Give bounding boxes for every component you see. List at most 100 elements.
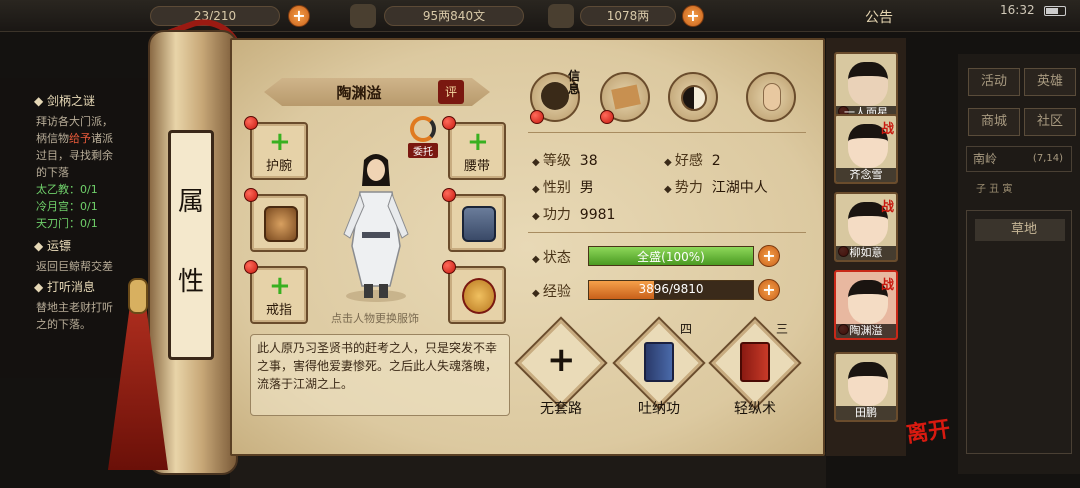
terrain-panel: 草地 [966,210,1072,454]
stat-value: 男 [579,180,594,196]
ring-slot[interactable]: + 戒指 [244,260,308,324]
stat-label: 好感 [664,153,703,169]
exp-stat: 经验 [532,281,571,301]
add-capacity-button[interactable]: + [288,5,310,27]
armor-slot[interactable] [244,188,308,252]
change-outfit-hint: 点击人物更换服饰 [331,312,419,325]
ingot-display: 1078两 [580,6,676,26]
portrait [848,62,888,106]
review-button[interactable]: 评 [438,80,464,104]
stat-label: 性别 [532,180,571,196]
exp-bar: 3896/9810 [588,280,754,300]
battle-tag: 战 [880,278,894,293]
divider [528,132,806,133]
party-member[interactable]: 战 齐念雪 [834,114,898,184]
notify-dot [530,110,544,124]
ingot-value: 1078两 [606,9,650,23]
tab-title-char: 性 [177,267,204,297]
hero-button[interactable]: 英雄 [1024,68,1076,96]
skill-name: 吐纳功 [638,401,680,417]
state-bar: 全盛(100%) [588,246,754,266]
stat-value: 江湖中人 [711,180,768,196]
quest-1-progress: 冷月宫：0/1 [36,200,98,213]
notify-dot [600,110,614,124]
quest-3-text: 替地主老财打听 [36,301,113,314]
party-member[interactable]: 田鹏 [834,352,898,422]
stat-label: 等级 [532,153,571,169]
character-figure[interactable] [336,146,416,306]
community-button[interactable]: 社区 [1024,108,1076,136]
party-member-selected[interactable]: 战 陶渊溢 [834,270,898,340]
quest-1-keyword: 给予 [69,132,91,145]
wrist-slot[interactable]: + 护腕 [244,116,308,180]
quest-2-text: 返回巨鲸帮交差 [36,260,113,273]
vest-icon [462,206,496,242]
stat-label: 功力 [532,207,571,223]
book-tab[interactable] [600,72,650,124]
battle-tag: 战 [880,200,894,215]
divider [528,232,806,233]
quest-1-text: 的下落 [36,166,69,179]
belt-slot[interactable]: + 腰带 [442,116,506,180]
stat-value: 2 [711,153,721,169]
notify-dot [442,188,456,202]
notify-dot [442,260,456,274]
power-stat: 功力 9981 [532,204,615,224]
shop-button[interactable]: 商城 [968,108,1020,136]
tassel-knot [128,278,148,314]
add-icon: + [269,271,291,301]
top-bar: 23/210 + 95两840文 1078两 + 公告 16:32 [0,0,1080,32]
quest-title-1[interactable]: ◆ 剑柄之谜 [34,92,95,109]
region-display: 南岭 (7,14) [966,146,1072,172]
body-icon [763,83,781,111]
manual-book-icon [740,342,770,382]
state-stat: 状态 [532,247,571,267]
delegate-icon [410,116,436,142]
battery-icon [1044,6,1066,16]
party-member[interactable]: 一人面星 [834,52,898,122]
stat-value: 38 [579,153,598,169]
favor-stat: 好感 2 [664,150,721,170]
quest-1-text: 拜访各大门派， [36,115,113,128]
add-ingot-button[interactable]: + [682,5,704,27]
clothing-slot[interactable] [442,188,506,252]
manual-book-icon [644,342,674,382]
quest-title-3[interactable]: ◆ 打听消息 [34,278,95,295]
add-exp-button[interactable]: + [758,279,780,301]
member-name: 柳如意 [836,246,896,260]
clock: 16:32 [1000,3,1035,17]
add-icon: + [547,340,576,380]
quest-1-text-pre: 柄信物 [36,132,69,145]
skill-name: 轻纵术 [734,401,776,417]
money-display: 95两840文 [384,6,524,26]
slot-label: 腰带 [463,159,490,174]
treasure-icon [264,206,298,242]
state-bar-text: 全盛(100%) [637,250,705,264]
party-member[interactable]: 战 柳如意 [834,192,898,262]
faction-stat: 势力 江湖中人 [664,177,768,197]
medallion-icon [462,278,496,314]
scholar-icon [541,82,569,110]
ingot-icon [548,4,574,28]
character-description: 此人原乃习圣贤书的赶考之人，只是突发不幸之事，害得他爱妻惨死。之后此人失魂落魄，… [250,334,510,416]
skill-name: 无套路 [540,401,582,417]
attribute-tab[interactable]: 属 性 [168,130,214,360]
skill-rank: 三 [776,322,789,336]
quest-1-text: 柄信物给予诸派 [36,130,113,146]
quest-title-2[interactable]: ◆ 运镖 [34,237,71,254]
bagua-tab[interactable] [668,72,718,122]
accessory-slot[interactable] [442,260,506,324]
notice-button[interactable]: 公告 [865,7,893,27]
member-name: 陶渊溢 [836,324,896,338]
region-coord: (7,14) [1032,153,1063,164]
activity-button[interactable]: 活动 [968,68,1020,96]
quest-title-1-text: 剑柄之谜 [47,94,96,108]
gender-stat: 性别 男 [532,177,594,197]
portrait [848,362,888,406]
restore-state-button[interactable]: + [758,245,780,267]
leave-button[interactable]: 离开 [904,411,952,449]
stat-label: 势力 [664,180,703,196]
stat-value: 9981 [579,207,616,223]
meridian-tab[interactable] [746,72,796,122]
stat-label: 状态 [532,250,571,266]
